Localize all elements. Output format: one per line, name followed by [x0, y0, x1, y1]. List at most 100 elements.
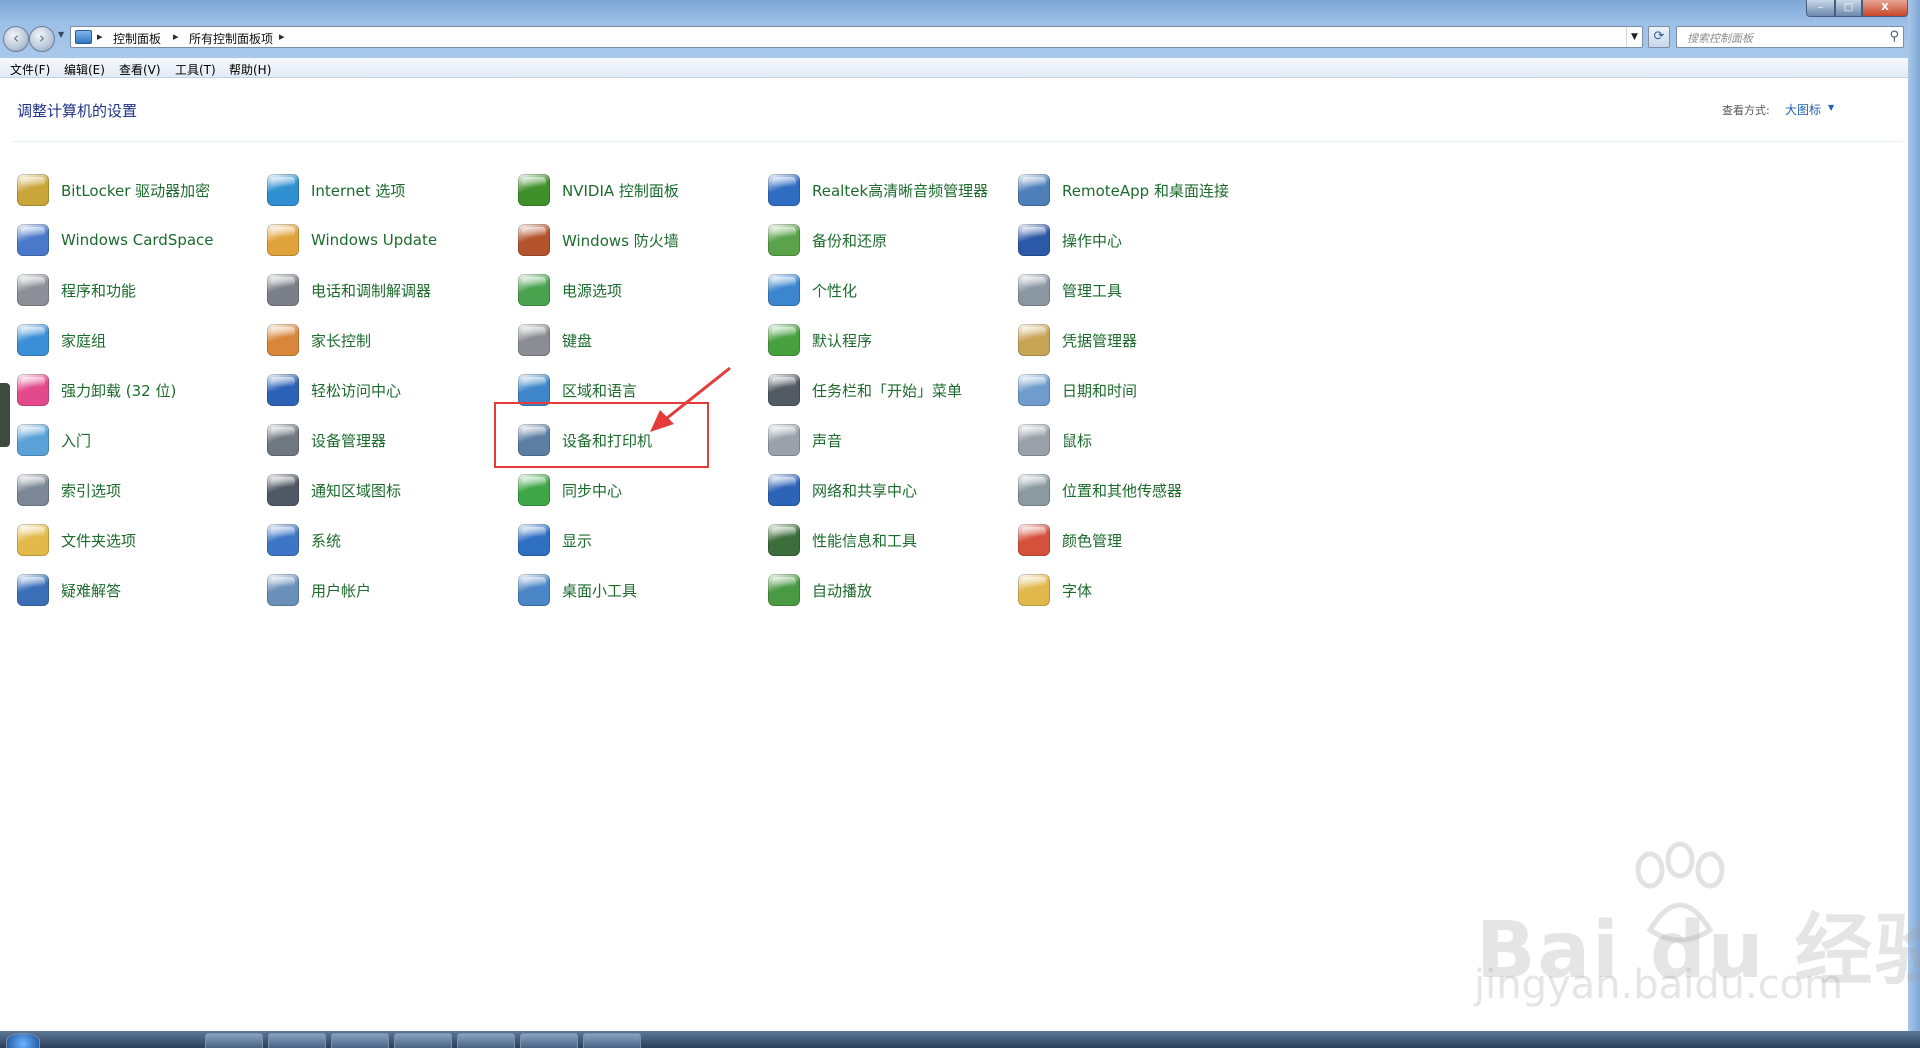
cp-item-phone-modem[interactable]: 电话和调制解调器	[267, 273, 431, 307]
cp-item-gadgets[interactable]: 桌面小工具	[518, 573, 637, 607]
taskbar-app-button[interactable]	[457, 1033, 515, 1048]
homegroup-icon	[17, 324, 49, 356]
cp-item-label: 键盘	[562, 331, 593, 350]
annotation-arrow-icon	[650, 366, 731, 432]
menu-edit[interactable]: 编辑(E)	[64, 61, 105, 78]
taskbar-app-button[interactable]	[205, 1033, 263, 1048]
cp-item-label: 声音	[812, 431, 843, 450]
cp-item-label: 桌面小工具	[562, 581, 638, 600]
cp-item-admin-tools[interactable]: 管理工具	[1018, 273, 1122, 307]
cp-item-power-options[interactable]: 电源选项	[518, 273, 622, 307]
cp-item-windows-update[interactable]: Windows Update	[267, 223, 437, 257]
menu-help[interactable]: 帮助(H)	[229, 61, 271, 78]
chevron-down-icon[interactable]: ▼	[1828, 103, 1834, 112]
menu-view[interactable]: 查看(V)	[119, 61, 161, 78]
cp-item-keyboard[interactable]: 键盘	[518, 323, 592, 357]
maximize-button[interactable]: □	[1835, 0, 1862, 17]
cp-item-nvidia[interactable]: NVIDIA 控制面板	[518, 173, 679, 207]
cp-item-uninstaller-clover[interactable]: 强力卸载 (32 位)	[17, 373, 176, 407]
cp-item-default-programs[interactable]: 默认程序	[768, 323, 872, 357]
menu-tools[interactable]: 工具(T)	[175, 61, 216, 78]
remoteapp-icon	[1018, 174, 1050, 206]
cp-item-personalization[interactable]: 个性化	[768, 273, 857, 307]
forward-button[interactable]: ›	[29, 26, 55, 52]
cp-item-autoplay[interactable]: 自动播放	[768, 573, 872, 607]
location-sensors-icon	[1018, 474, 1050, 506]
cp-item-color-management[interactable]: 颜色管理	[1018, 523, 1122, 557]
cp-item-system[interactable]: 系统	[267, 523, 341, 557]
power-options-icon	[518, 274, 550, 306]
cp-item-performance[interactable]: 性能信息和工具	[768, 523, 917, 557]
taskbar-app-button[interactable]	[394, 1033, 452, 1048]
cp-item-location-sensors[interactable]: 位置和其他传感器	[1018, 473, 1182, 507]
search-input[interactable]: 搜索控制面板 ⚲	[1676, 26, 1904, 48]
cp-item-internet-options[interactable]: Internet 选项	[267, 173, 405, 207]
windows-update-icon	[267, 224, 299, 256]
sync-center-icon	[518, 474, 550, 506]
breadcrumb-separator-icon[interactable]: ▸	[173, 30, 179, 43]
cp-item-firewall[interactable]: Windows 防火墙	[518, 223, 679, 257]
cp-item-ease-of-access[interactable]: 轻松访问中心	[267, 373, 401, 407]
page-title: 调整计算机的设置	[17, 102, 138, 120]
cp-item-bitlocker-key[interactable]: BitLocker 驱动器加密	[17, 173, 210, 207]
taskbar-app-button[interactable]	[583, 1033, 641, 1048]
cp-item-homegroup[interactable]: 家庭组	[17, 323, 106, 357]
cp-item-label: 颜色管理	[1062, 531, 1123, 550]
cp-item-notification-area[interactable]: 通知区域图标	[267, 473, 401, 507]
cp-item-cardspace[interactable]: Windows CardSpace	[17, 223, 214, 257]
taskbar-app-button[interactable]	[520, 1033, 578, 1048]
cp-item-remoteapp[interactable]: RemoteApp 和桌面连接	[1018, 173, 1229, 207]
recent-pages-dropdown-icon[interactable]: ▼	[58, 30, 64, 39]
cp-item-date-time[interactable]: 日期和时间	[1018, 373, 1137, 407]
minimize-button[interactable]: –	[1806, 0, 1835, 17]
cp-item-label: 电源选项	[562, 281, 623, 300]
close-button[interactable]: X	[1862, 0, 1908, 17]
breadcrumb-separator-icon[interactable]: ▸	[279, 30, 285, 43]
cp-item-getting-started[interactable]: 入门	[17, 423, 91, 457]
address-history-dropdown-icon[interactable]: ▼	[1626, 27, 1642, 47]
refresh-button[interactable]: ⟳	[1648, 26, 1670, 48]
cp-item-action-center-flag[interactable]: 操作中心	[1018, 223, 1122, 257]
cp-item-label: Realtek高清晰音频管理器	[812, 181, 989, 200]
address-bar[interactable]: ▸ 控制面板 ▸ 所有控制面板项 ▸ ▼	[70, 26, 1643, 48]
cp-item-user-accounts[interactable]: 用户帐户	[267, 573, 371, 607]
side-gadget-tab[interactable]	[0, 383, 10, 447]
cp-item-credential-manager[interactable]: 凭据管理器	[1018, 323, 1137, 357]
divider	[12, 141, 1902, 142]
display-icon	[518, 524, 550, 556]
keyboard-icon	[518, 324, 550, 356]
view-by-dropdown[interactable]: 大图标	[1785, 101, 1821, 118]
cp-item-indexing-magnifier[interactable]: 索引选项	[17, 473, 121, 507]
menu-file[interactable]: 文件(F)	[10, 61, 50, 78]
taskbar-app-button[interactable]	[331, 1033, 389, 1048]
cp-item-folder-options[interactable]: 文件夹选项	[17, 523, 136, 557]
start-button[interactable]	[6, 1033, 40, 1048]
breadcrumb-separator-icon[interactable]: ▸	[97, 30, 103, 43]
cp-item-device-manager[interactable]: 设备管理器	[267, 423, 386, 457]
cp-item-label: Windows CardSpace	[61, 231, 214, 249]
cp-item-label: 显示	[562, 531, 593, 550]
cp-item-fonts[interactable]: 字体	[1018, 573, 1092, 607]
cp-item-network-sharing[interactable]: 网络和共享中心	[768, 473, 917, 507]
autoplay-icon	[768, 574, 800, 606]
back-button[interactable]: ‹	[3, 26, 29, 52]
cp-item-label: 设备管理器	[311, 431, 387, 450]
search-icon[interactable]: ⚲	[1889, 29, 1899, 44]
cp-item-sound[interactable]: 声音	[768, 423, 842, 457]
cp-item-troubleshooting[interactable]: 疑难解答	[17, 573, 121, 607]
back-arrow-icon: ‹	[13, 29, 19, 47]
cp-item-backup-restore[interactable]: 备份和还原	[768, 223, 887, 257]
taskbar-app-button[interactable]	[268, 1033, 326, 1048]
gadgets-icon	[518, 574, 550, 606]
cp-item-display[interactable]: 显示	[518, 523, 592, 557]
breadcrumb-all-items[interactable]: 所有控制面板项	[189, 30, 273, 47]
cp-item-taskbar-start[interactable]: 任务栏和「开始」菜单	[768, 373, 962, 407]
cp-item-label: RemoteApp 和桌面连接	[1062, 181, 1229, 200]
cp-item-realtek-audio[interactable]: Realtek高清晰音频管理器	[768, 173, 988, 207]
credential-manager-icon	[1018, 324, 1050, 356]
cp-item-sync-center[interactable]: 同步中心	[518, 473, 622, 507]
cp-item-parental-controls[interactable]: 家长控制	[267, 323, 371, 357]
cp-item-programs[interactable]: 程序和功能	[17, 273, 136, 307]
breadcrumb-control-panel[interactable]: 控制面板	[113, 30, 161, 47]
cp-item-mouse[interactable]: 鼠标	[1018, 423, 1092, 457]
